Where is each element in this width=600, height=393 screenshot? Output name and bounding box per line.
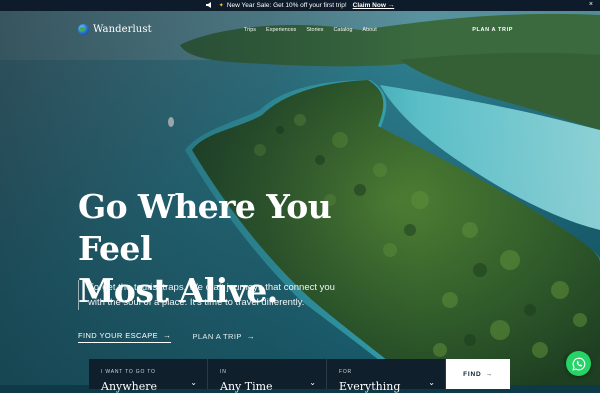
announcement-text: New Year Sale: Get 10% off your first tr… — [226, 2, 347, 9]
announcement-bar: ✦ New Year Sale: Get 10% off your first … — [0, 0, 600, 11]
find-escape-link[interactable]: FIND YOUR ESCAPE → — [78, 331, 172, 343]
nav-link-about[interactable]: About — [362, 27, 376, 33]
arrow-right-icon: → — [163, 331, 172, 340]
date-label: IN — [220, 369, 227, 375]
plan-trip-label: PLAN A TRIP — [192, 331, 242, 341]
chevron-down-icon: ⌄ — [190, 378, 197, 387]
arrow-right-icon: → — [485, 370, 493, 378]
globe-icon — [78, 24, 89, 35]
find-escape-label: FIND YOUR ESCAPE — [78, 331, 159, 340]
date-value: Any Time — [220, 380, 273, 393]
close-icon[interactable]: × — [589, 1, 593, 8]
chevron-down-icon: ⌄ — [309, 378, 316, 387]
arrow-right-icon: → — [246, 331, 256, 341]
nav-links: Trips Experiences Stories Catalog About — [244, 27, 377, 33]
hero-title-line-1: Go Where You Feel — [78, 187, 332, 268]
hero-subtitle: Forget the tourist traps. We craft journ… — [78, 280, 338, 310]
whatsapp-icon — [571, 357, 585, 371]
megaphone-icon — [205, 1, 213, 10]
destination-value: Anywhere — [101, 380, 158, 393]
find-button-label: FIND — [463, 370, 482, 378]
nav-link-catalog[interactable]: Catalog — [333, 27, 352, 33]
main-navigation: Wanderlust Trips Experiences Stories Cat… — [0, 20, 600, 42]
nav-link-stories[interactable]: Stories — [306, 27, 323, 33]
plan-trip-link[interactable]: PLAN A TRIP → — [192, 331, 255, 343]
claim-now-link[interactable]: Claim Now → — [353, 2, 395, 9]
nav-link-trips[interactable]: Trips — [244, 27, 256, 33]
chevron-down-icon: ⌄ — [428, 378, 435, 387]
brand-logo[interactable]: Wanderlust — [78, 24, 152, 35]
whatsapp-chat-button[interactable] — [566, 351, 591, 376]
plan-trip-nav-button[interactable]: PLAN A TRIP — [472, 27, 513, 33]
trip-type-label: FOR — [339, 369, 352, 375]
destination-label: I WANT TO GO TO — [101, 369, 156, 375]
nav-link-experiences[interactable]: Experiences — [266, 27, 296, 33]
hero-cta-group: FIND YOUR ESCAPE → PLAN A TRIP → — [78, 331, 255, 343]
trip-type-value: Everything — [339, 380, 401, 393]
sparkle-icon: ✦ — [218, 3, 224, 9]
brand-name: Wanderlust — [93, 24, 152, 35]
